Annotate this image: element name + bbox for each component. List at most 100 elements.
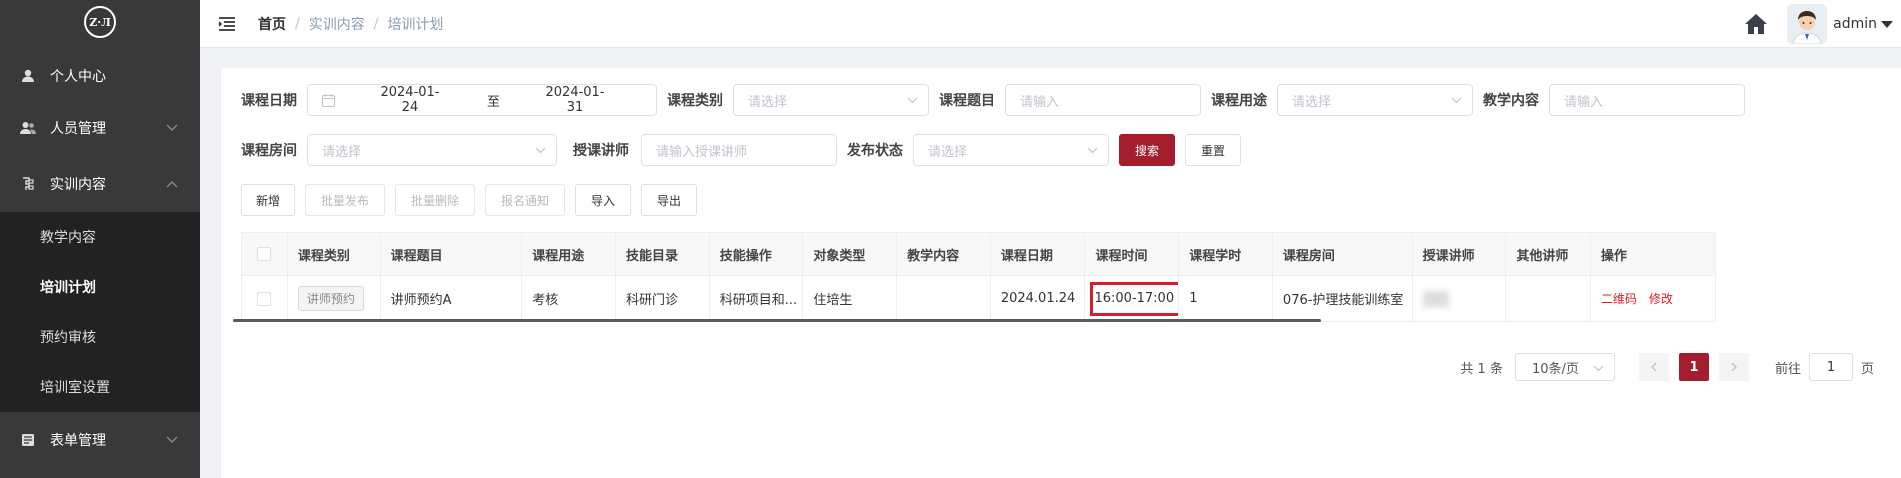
date-cell: 2024.01.24 bbox=[991, 276, 1086, 321]
lecturer-placeholder: 请输入授课讲师 bbox=[656, 144, 748, 160]
search-button[interactable]: 搜索 bbox=[1119, 134, 1175, 166]
sidebar-item-training-content[interactable]: 实训内容 bbox=[0, 156, 200, 212]
chevron-up-icon bbox=[166, 181, 178, 188]
content-cell bbox=[897, 276, 991, 321]
horizontal-scrollbar[interactable] bbox=[233, 319, 1321, 322]
chevron-down-icon bbox=[166, 436, 178, 443]
export-button[interactable]: 导出 bbox=[641, 184, 697, 216]
column-header[interactable]: 技能目录 bbox=[615, 233, 710, 275]
caret-down-icon[interactable] bbox=[1881, 20, 1893, 28]
page-size-select[interactable]: 10条/页 bbox=[1514, 353, 1615, 381]
course-type-placeholder: 请选择 bbox=[748, 94, 788, 110]
breadcrumb-home[interactable]: 首页 bbox=[258, 14, 286, 34]
sidebar-item-booking-review[interactable]: 预约审核 bbox=[0, 312, 200, 362]
username[interactable]: admin bbox=[1833, 16, 1877, 32]
breadcrumb-training-plan: 培训计划 bbox=[387, 16, 444, 33]
course-date-range[interactable]: 2024-01-24 至 2024-01-31 bbox=[307, 84, 657, 116]
column-header[interactable]: 课程时间 bbox=[1085, 233, 1180, 275]
column-header[interactable]: 课程房间 bbox=[1272, 233, 1413, 275]
course-type-label: 课程类别 bbox=[667, 93, 723, 109]
sidebar-item-training-plan[interactable]: 培训计划 bbox=[0, 262, 200, 312]
page-number-current[interactable]: 1 bbox=[1678, 353, 1709, 381]
highlight-box bbox=[1090, 282, 1179, 316]
top-header: 首页 / 实训内容 / 培训计划 admin bbox=[200, 0, 1901, 48]
import-button[interactable]: 导入 bbox=[575, 184, 631, 216]
column-header[interactable]: 对象类型 bbox=[803, 233, 898, 275]
prev-page-button[interactable] bbox=[1638, 353, 1669, 381]
publish-status-placeholder: 请选择 bbox=[928, 144, 968, 160]
header-user-area: admin bbox=[1743, 0, 1901, 48]
course-type-cell: 讲师预约 bbox=[288, 276, 381, 321]
table-row: 讲师预约 讲师预约A 考核 科研门诊 科研项目和... 住培生 2024.01.… bbox=[242, 276, 1715, 321]
next-page-button[interactable] bbox=[1718, 353, 1749, 381]
target-cell: 住培生 bbox=[803, 276, 898, 321]
column-header[interactable]: 课程日期 bbox=[990, 233, 1086, 275]
column-header[interactable]: 技能操作 bbox=[709, 233, 804, 275]
menu-fold-icon[interactable] bbox=[218, 16, 236, 32]
sidebar-item-teaching-content[interactable]: 教学内容 bbox=[0, 212, 200, 262]
batch-delete-button[interactable]: 批量删除 bbox=[395, 184, 475, 216]
users-icon bbox=[20, 120, 36, 136]
course-topic-label: 课程题目 bbox=[939, 93, 995, 109]
room-select[interactable]: 请选择 bbox=[307, 134, 557, 166]
chevron-left-icon bbox=[1650, 362, 1657, 372]
total-count: 共 1 条 bbox=[1460, 361, 1503, 377]
goto-page-input[interactable]: 1 bbox=[1808, 353, 1853, 381]
column-header[interactable]: 教学内容 bbox=[897, 233, 991, 275]
form-icon bbox=[20, 432, 36, 448]
sidebar-item-personal-center[interactable]: 个人中心 bbox=[0, 48, 200, 104]
use-cell: 考核 bbox=[522, 276, 616, 321]
breadcrumb-separator: / bbox=[295, 15, 300, 32]
reset-button[interactable]: 重置 bbox=[1185, 134, 1241, 166]
select-all-checkbox[interactable] bbox=[257, 247, 272, 261]
chevron-down-icon bbox=[535, 147, 546, 154]
filter-row-2: 课程房间 请选择 授课讲师 请输入授课讲师 发布状态 请选择 搜索 重置 bbox=[241, 134, 1241, 166]
other-lecturer-cell bbox=[1506, 276, 1591, 321]
room-label: 课程房间 bbox=[241, 143, 297, 159]
chevron-down-icon bbox=[1593, 365, 1604, 372]
breadcrumb-training-content[interactable]: 实训内容 bbox=[309, 14, 365, 34]
training-icon bbox=[20, 176, 36, 192]
sidebar-item-personnel[interactable]: 人员管理 bbox=[0, 100, 200, 156]
signup-notify-button[interactable]: 报名通知 bbox=[485, 184, 565, 216]
course-use-label: 课程用途 bbox=[1211, 93, 1267, 109]
date-separator: 至 bbox=[487, 94, 501, 110]
blurred-lecturer-name bbox=[1422, 290, 1449, 307]
course-type-select[interactable]: 请选择 bbox=[733, 84, 929, 116]
time-cell: 16:00-17:00 bbox=[1085, 276, 1180, 321]
column-header[interactable]: 课程用途 bbox=[522, 233, 616, 275]
sidebar-item-label: 表单管理 bbox=[50, 433, 106, 449]
calendar-icon bbox=[322, 93, 335, 107]
main-panel: 课程日期 2024-01-24 至 2024-01-31 课程类别 请选择 课程… bbox=[221, 68, 1901, 478]
topic-cell: 讲师预约A bbox=[381, 276, 523, 321]
column-header[interactable]: 课程学时 bbox=[1179, 233, 1273, 275]
operations-cell: 二维码 修改 bbox=[1591, 276, 1715, 321]
breadcrumb: 首页 / 实训内容 / 培训计划 bbox=[258, 14, 443, 34]
lecturer-cell bbox=[1413, 276, 1507, 321]
course-topic-input[interactable]: 请输入 bbox=[1005, 84, 1201, 116]
column-header[interactable]: 授课讲师 bbox=[1412, 233, 1507, 275]
sidebar-item-form-management[interactable]: 表单管理 bbox=[0, 412, 200, 468]
course-use-select[interactable]: 请选择 bbox=[1277, 84, 1473, 116]
teaching-content-input[interactable]: 请输入 bbox=[1549, 84, 1745, 116]
publish-status-select[interactable]: 请选择 bbox=[913, 134, 1109, 166]
lecturer-input[interactable]: 请输入授课讲师 bbox=[641, 134, 837, 166]
add-button[interactable]: 新增 bbox=[241, 184, 295, 216]
sidebar-item-room-settings[interactable]: 培训室设置 bbox=[0, 362, 200, 412]
batch-publish-button[interactable]: 批量发布 bbox=[305, 184, 385, 216]
column-header[interactable]: 课程题目 bbox=[380, 233, 523, 275]
table-toolbar: 新增 批量发布 批量删除 报名通知 导入 导出 bbox=[241, 184, 697, 216]
sidebar: Z·Л 个人中心 人员管理 实训内容 教学内容 培训计划 预约审核 培训室设置 … bbox=[0, 0, 200, 478]
column-header[interactable]: 其他讲师 bbox=[1506, 233, 1591, 275]
goto-prefix: 前往 bbox=[1774, 361, 1801, 377]
column-header[interactable]: 课程类别 bbox=[287, 233, 381, 275]
sidebar-item-label: 个人中心 bbox=[50, 69, 106, 85]
avatar[interactable] bbox=[1787, 4, 1828, 44]
edit-link[interactable]: 修改 bbox=[1649, 290, 1673, 307]
qrcode-link[interactable]: 二维码 bbox=[1601, 290, 1637, 307]
chevron-down-icon bbox=[907, 97, 918, 104]
row-checkbox[interactable] bbox=[257, 291, 272, 306]
date-end: 2024-01-31 bbox=[545, 85, 605, 115]
home-icon[interactable] bbox=[1743, 11, 1769, 37]
sidebar-item-label: 实训内容 bbox=[50, 177, 106, 193]
